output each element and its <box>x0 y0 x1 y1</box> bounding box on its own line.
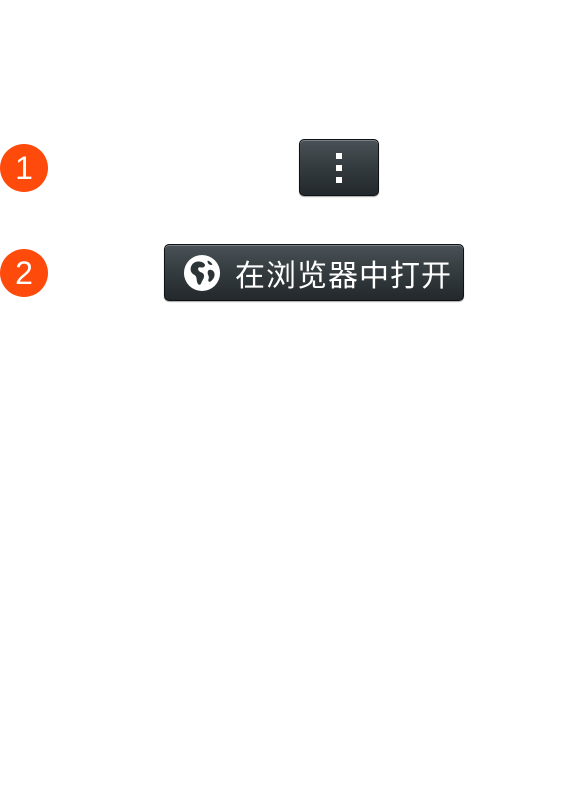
overflow-menu-icon <box>336 152 342 183</box>
overflow-menu-button[interactable] <box>299 139 379 196</box>
globe-icon <box>183 254 221 291</box>
step-badge-2: 2 <box>0 249 48 297</box>
open-in-browser-button[interactable]: 在浏览器中打开 <box>164 244 464 301</box>
open-in-browser-label: 在浏览器中打开 <box>235 258 452 294</box>
step-badge-1: 1 <box>0 144 48 192</box>
